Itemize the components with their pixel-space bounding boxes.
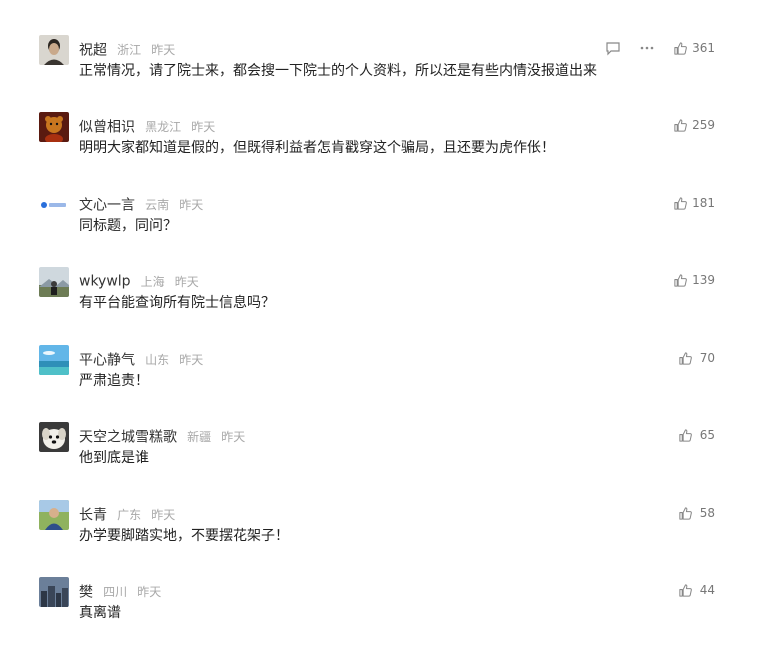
man-portrait-icon	[39, 35, 69, 65]
location: 广东	[117, 508, 142, 522]
user-avatar[interactable]	[39, 577, 69, 607]
user-avatar[interactable]	[39, 345, 69, 375]
comment-item: 樊 四川 昨天 真离谱 44	[0, 577, 770, 637]
like-count: 259	[692, 118, 715, 132]
thumbs-up-icon	[673, 41, 688, 56]
comment-actions: 139	[673, 271, 715, 289]
user-avatar[interactable]	[39, 190, 69, 220]
like-button[interactable]: 65	[678, 428, 715, 443]
like-button[interactable]: 58	[678, 506, 715, 521]
comment-item: 祝超 浙江 昨天 正常情况，请了院士来，都会搜一下院士的个人资料，所以还是有些内…	[0, 35, 770, 95]
comment-item: 天空之城雪糕歌 新疆 昨天 他到底是谁 65	[0, 422, 770, 482]
like-count: 44	[699, 583, 715, 597]
comment-item: 文心一言 云南 昨天 同标题，同问？ 181	[0, 190, 770, 250]
user-meta: 文心一言 云南 昨天	[79, 194, 204, 214]
like-button[interactable]: 70	[678, 351, 715, 366]
timestamp: 昨天	[179, 353, 204, 367]
city-skyline-icon	[39, 577, 69, 607]
location: 黑龙江	[145, 120, 182, 134]
user-meta: wkywlp 上海 昨天	[79, 271, 199, 290]
thumbs-up-icon	[678, 428, 693, 443]
comment-text: 明明大家都知道是假的，但既得利益者怎肯戳穿这个骗局，且还要为虎作伥！	[79, 140, 555, 156]
user-avatar[interactable]	[39, 500, 69, 530]
username[interactable]: 樊	[79, 585, 93, 601]
thumbs-up-icon	[678, 583, 693, 598]
location: 四川	[103, 585, 128, 599]
user-meta: 似曾相识 黑龙江 昨天	[79, 116, 216, 136]
username[interactable]: 似曾相识	[79, 120, 135, 136]
timestamp: 昨天	[174, 275, 199, 289]
sea-sky-icon	[39, 345, 69, 375]
location: 新疆	[187, 430, 212, 444]
user-meta: 平心静气 山东 昨天	[79, 349, 204, 369]
like-button[interactable]: 181	[673, 196, 715, 211]
comment-text: 正常情况，请了院士来，都会搜一下院士的个人资料，所以还是有些内情没报道出来	[79, 63, 597, 79]
comment-item: wkywlp 上海 昨天 有平台能查询所有院士信息吗？ 139	[0, 267, 770, 327]
thumbs-up-icon	[678, 351, 693, 366]
comment-list: 祝超 浙江 昨天 正常情况，请了院士来，都会搜一下院士的个人资料，所以还是有些内…	[0, 0, 770, 645]
comment-item: 平心静气 山东 昨天 严肃追责！ 70	[0, 345, 770, 405]
username[interactable]: wkywlp	[79, 274, 131, 290]
reply-icon[interactable]	[605, 40, 621, 56]
bear-figure-icon	[39, 112, 69, 142]
comment-actions: 259	[673, 116, 715, 134]
comment-text: 严肃追责！	[79, 373, 149, 389]
like-count: 65	[699, 428, 715, 442]
user-avatar[interactable]	[39, 422, 69, 452]
location: 山东	[145, 353, 170, 367]
timestamp: 昨天	[221, 430, 246, 444]
thumbs-up-icon	[673, 273, 688, 288]
comment-text: 他到底是谁	[79, 450, 149, 466]
comment-text: 同标题，同问？	[79, 218, 177, 234]
person-outdoor-icon	[39, 500, 69, 530]
username[interactable]: 平心静气	[79, 353, 135, 369]
like-count: 58	[699, 506, 715, 520]
timestamp: 昨天	[151, 43, 176, 57]
comment-actions: 58	[678, 504, 715, 522]
comment-item: 似曾相识 黑龙江 昨天 明明大家都知道是假的，但既得利益者怎肯戳穿这个骗局，且还…	[0, 112, 770, 172]
username[interactable]: 天空之城雪糕歌	[79, 430, 177, 446]
like-count: 70	[699, 351, 715, 365]
user-avatar[interactable]	[39, 35, 69, 65]
user-avatar[interactable]	[39, 267, 69, 297]
wenxin-logo-icon	[39, 190, 69, 220]
thumbs-up-icon	[673, 118, 688, 133]
comment-actions: 361	[605, 39, 715, 57]
timestamp: 昨天	[179, 198, 204, 212]
user-meta: 祝超 浙江 昨天	[79, 39, 176, 59]
like-button[interactable]: 361	[673, 41, 715, 56]
username[interactable]: 长青	[79, 508, 107, 524]
location: 上海	[140, 275, 165, 289]
user-meta: 樊 四川 昨天	[79, 581, 162, 601]
thumbs-up-icon	[673, 196, 688, 211]
timestamp: 昨天	[137, 585, 162, 599]
location: 浙江	[117, 43, 142, 57]
user-meta: 天空之城雪糕歌 新疆 昨天	[79, 426, 246, 446]
like-button[interactable]: 259	[673, 118, 715, 133]
location: 云南	[145, 198, 170, 212]
comment-text: 有平台能查询所有院士信息吗？	[79, 295, 275, 311]
user-meta: 长青 广东 昨天	[79, 504, 176, 524]
username[interactable]: 祝超	[79, 43, 107, 59]
timestamp: 昨天	[191, 120, 216, 134]
like-button[interactable]: 44	[678, 583, 715, 598]
username[interactable]: 文心一言	[79, 198, 135, 214]
puppy-icon	[39, 422, 69, 452]
landscape-person-icon	[39, 267, 69, 297]
like-count: 181	[692, 196, 715, 210]
comment-item: 长青 广东 昨天 办学要脚踏实地，不要摆花架子！ 58	[0, 500, 770, 560]
more-options-icon[interactable]	[639, 40, 655, 56]
comment-actions: 65	[678, 426, 715, 444]
comment-text: 办学要脚踏实地，不要摆花架子！	[79, 528, 289, 544]
like-button[interactable]: 139	[673, 273, 715, 288]
comment-actions: 44	[678, 581, 715, 599]
comment-text: 真离谱	[79, 605, 121, 621]
timestamp: 昨天	[151, 508, 176, 522]
comment-actions: 181	[673, 194, 715, 212]
comment-actions: 70	[678, 349, 715, 367]
like-count: 361	[692, 41, 715, 55]
thumbs-up-icon	[678, 506, 693, 521]
user-avatar[interactable]	[39, 112, 69, 142]
like-count: 139	[692, 273, 715, 287]
